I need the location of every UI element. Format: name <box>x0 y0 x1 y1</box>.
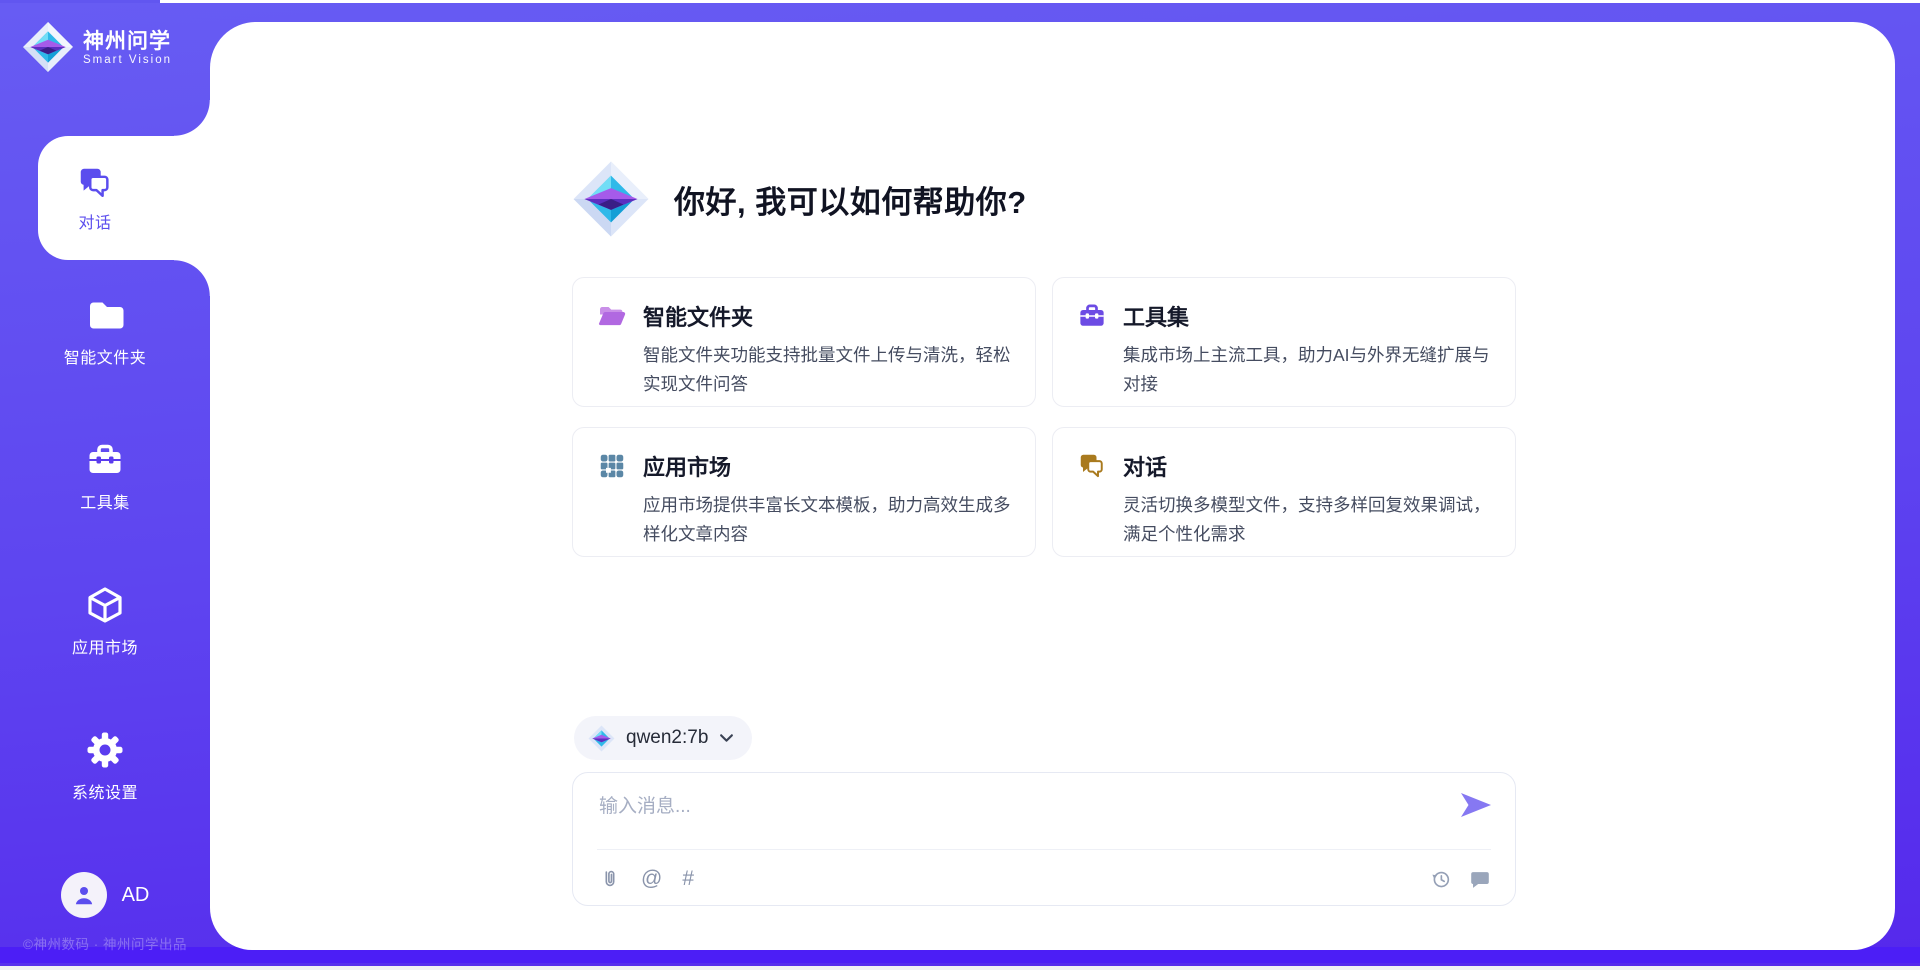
toolbox-icon <box>1077 301 1107 331</box>
card-app-market[interactable]: 应用市场 应用市场提供丰富长文本模板，助力高效生成多样化文章内容 <box>572 427 1036 557</box>
cube-icon <box>85 585 125 625</box>
model-name: qwen2:7b <box>626 727 708 749</box>
brand-subtitle: Smart Vision <box>83 54 172 66</box>
avatar <box>61 872 107 918</box>
chat-icon <box>76 164 114 202</box>
folder-open-icon <box>597 301 627 331</box>
main-content: 你好, 我可以如何帮助你? 智能文件夹 智能文件夹功能支持批量文件上传与清洗，轻… <box>210 22 1895 950</box>
feature-cards: 智能文件夹 智能文件夹功能支持批量文件上传与清洗，轻松实现文件问答 工具集 集成… <box>572 277 1516 557</box>
feedback-icon[interactable] <box>1469 868 1491 890</box>
person-icon <box>71 882 97 908</box>
chat-bubbles-icon <box>1077 451 1107 481</box>
model-selector[interactable]: qwen2:7b <box>574 716 752 760</box>
sidebar: 神州问学 Smart Vision 对话 智能文件夹 工具集 <box>0 3 210 966</box>
sidebar-item-label: 应用市场 <box>72 634 138 658</box>
sidebar-item-app-market[interactable]: 应用市场 <box>0 585 210 658</box>
message-composer: @ # <box>572 772 1516 906</box>
send-icon <box>1459 791 1493 819</box>
paperclip-icon[interactable] <box>599 868 621 890</box>
copyright: ©神州数码 · 神州问学出品 <box>0 933 210 953</box>
folder-icon <box>85 295 125 335</box>
window-top-strip <box>160 0 1920 3</box>
sidebar-item-toolset[interactable]: 工具集 <box>0 440 210 513</box>
sidebar-item-smart-folder[interactable]: 智能文件夹 <box>0 295 210 368</box>
card-title: 应用市场 <box>643 450 731 482</box>
composer-divider <box>597 849 1491 850</box>
sidebar-item-chat[interactable]: 对话 <box>38 136 210 260</box>
card-chat[interactable]: 对话 灵活切换多模型文件，支持多样回复效果调试，满足个性化需求 <box>1052 427 1516 557</box>
model-diamond-icon <box>588 725 615 752</box>
card-title: 工具集 <box>1123 300 1189 332</box>
sidebar-item-label: 工具集 <box>80 489 130 513</box>
chevron-down-icon <box>719 733 734 743</box>
card-title: 对话 <box>1123 450 1167 482</box>
brand-name: 神州问学 <box>83 29 172 54</box>
sidebar-item-label: 对话 <box>78 209 111 233</box>
card-title: 智能文件夹 <box>643 300 753 332</box>
hash-icon[interactable]: # <box>682 868 694 890</box>
send-button[interactable] <box>1459 791 1493 819</box>
card-description: 集成市场上主流工具，助力AI与外界无缝扩展与对接 <box>1123 341 1491 399</box>
sidebar-item-label: 智能文件夹 <box>64 344 147 368</box>
composer-toolbar: @ # <box>599 859 1491 899</box>
brand-logo: 神州问学 Smart Vision <box>22 21 172 73</box>
greeting-logo-icon <box>572 160 650 238</box>
card-description: 智能文件夹功能支持批量文件上传与清洗，轻松实现文件问答 <box>643 341 1011 399</box>
sidebar-item-settings[interactable]: 系统设置 <box>0 730 210 803</box>
grid-icon <box>597 451 627 481</box>
page-title: 你好, 我可以如何帮助你? <box>674 177 1027 222</box>
mention-icon[interactable]: @ <box>641 868 662 890</box>
card-toolset[interactable]: 工具集 集成市场上主流工具，助力AI与外界无缝扩展与对接 <box>1052 277 1516 407</box>
card-description: 应用市场提供丰富长文本模板，助力高效生成多样化文章内容 <box>643 491 1011 549</box>
card-description: 灵活切换多模型文件，支持多样回复效果调试，满足个性化需求 <box>1123 491 1491 549</box>
card-smart-folder[interactable]: 智能文件夹 智能文件夹功能支持批量文件上传与清洗，轻松实现文件问答 <box>572 277 1036 407</box>
history-icon[interactable] <box>1430 868 1452 890</box>
diamond-logo-icon <box>22 21 74 73</box>
sidebar-item-label: 系统设置 <box>72 779 138 803</box>
message-input[interactable] <box>599 791 1419 839</box>
user-profile[interactable]: AD <box>0 872 210 918</box>
toolbox-icon <box>85 440 125 480</box>
user-initials: AD <box>122 884 150 907</box>
gear-icon <box>85 730 125 770</box>
greeting: 你好, 我可以如何帮助你? <box>572 160 1027 238</box>
